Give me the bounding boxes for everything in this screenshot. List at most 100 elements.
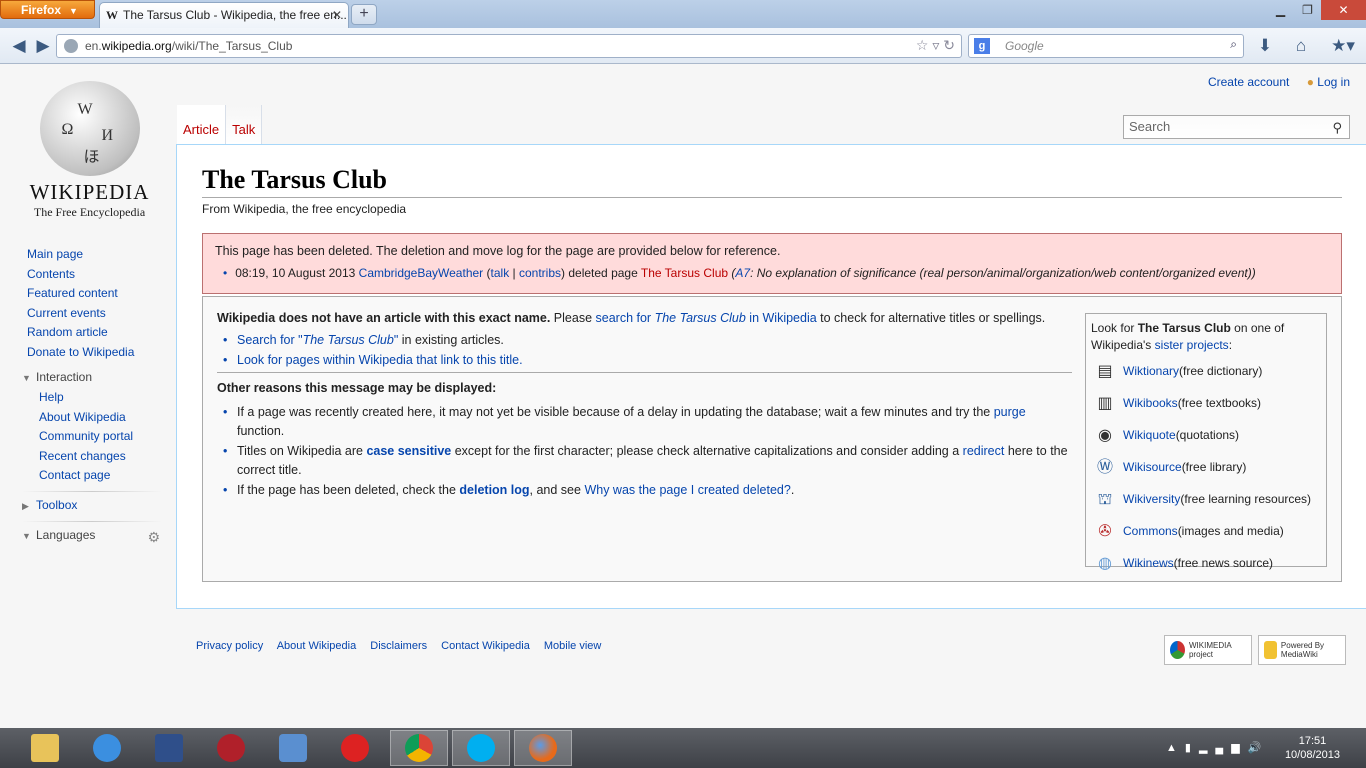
user-icon: ● <box>1306 75 1314 89</box>
wikimedia-badge-text: WIKIMEDIA project <box>1188 641 1232 659</box>
dropdown-icon[interactable]: ▿ <box>932 37 939 53</box>
url-bar[interactable]: en.wikipedia.org/wiki/The_Tarsus_Club ☆ … <box>56 34 962 58</box>
forward-arrow-icon[interactable]: ▶ <box>32 35 54 57</box>
sister-project-link[interactable]: Wikiquote <box>1123 427 1176 444</box>
wikimedia-logo-icon <box>1170 641 1185 659</box>
deletion-log-link[interactable]: deletion log <box>459 483 529 497</box>
close-tab-icon[interactable]: ✕ <box>332 8 342 22</box>
wiki-search-input[interactable]: Search ⚲ <box>1123 115 1350 139</box>
taskbar-remote-desktop[interactable] <box>140 730 198 766</box>
wikipedia-logo[interactable]: W Ω И ほ WIKIPEDIA The Free Encyclopedia <box>22 81 157 220</box>
wiki-search-placeholder: Search <box>1129 119 1171 134</box>
sidebar-item-about-wikipedia[interactable]: About Wikipedia <box>39 408 172 428</box>
list-item-text: in existing articles. <box>398 333 504 347</box>
mediawiki-badge[interactable]: Powered By MediaWiki <box>1258 635 1346 665</box>
downloads-icon[interactable]: ⬇ <box>1254 35 1276 57</box>
system-tray: ▲▮▂▄▆🔊 17:51 10/08/2013 <box>1166 728 1366 768</box>
new-tab-button[interactable]: + <box>351 4 377 25</box>
media-player-icon <box>217 734 245 762</box>
taskbar-chrome[interactable] <box>390 730 448 766</box>
firefox-menu-button[interactable]: Firefox ▼ <box>0 0 95 19</box>
sidebar-item-main-page[interactable]: Main page <box>27 245 172 265</box>
restore-icon[interactable]: ❐ <box>1294 0 1321 20</box>
chevron-up-icon[interactable]: ▲ <box>1166 742 1185 754</box>
window-close-icon[interactable]: ✕ <box>1321 0 1366 20</box>
sidebar-item-recent-changes[interactable]: Recent changes <box>39 447 172 467</box>
back-arrow-icon[interactable]: ◀ <box>8 35 30 57</box>
network-signal-icon[interactable]: ▂▄▆ <box>1199 742 1248 754</box>
sister-project-desc: (free dictionary) <box>1179 363 1263 378</box>
taskbar-messenger[interactable] <box>264 730 322 766</box>
toolbox-portal-toggle[interactable]: ▶ Toolbox <box>22 495 172 516</box>
sidebar-item-contents[interactable]: Contents <box>27 265 172 285</box>
bookmarks-menu-icon[interactable]: ★▾ <box>1326 35 1360 57</box>
sidebar-item-current-events[interactable]: Current events <box>27 304 172 324</box>
sidebar-item-community-portal[interactable]: Community portal <box>39 427 172 447</box>
interaction-portal-toggle[interactable]: ▼ Interaction <box>22 367 172 388</box>
reload-icon[interactable]: ↻ <box>943 37 955 53</box>
taskbar-file-explorer[interactable] <box>16 730 74 766</box>
sister-intro: Look for The Tarsus Club on one of Wikip… <box>1091 320 1321 354</box>
minimize-icon[interactable]: ▁ <box>1267 0 1294 20</box>
sister-project-link[interactable]: Wikisource <box>1123 459 1182 476</box>
create-account-link[interactable]: Create account <box>1208 75 1289 89</box>
tab-talk[interactable]: Talk <box>226 105 263 144</box>
taskbar-media-player[interactable] <box>202 730 260 766</box>
divider <box>217 372 1072 373</box>
footer-mobile-view[interactable]: Mobile view <box>544 640 601 652</box>
sister-projects-link[interactable]: sister projects <box>1155 338 1229 352</box>
case-sensitive-link[interactable]: case sensitive <box>366 444 451 458</box>
sister-project-link[interactable]: Wikiversity <box>1123 491 1180 508</box>
battery-icon[interactable]: ▮ <box>1185 742 1199 754</box>
sidebar-item-featured-content[interactable]: Featured content <box>27 284 172 304</box>
sidebar-item-contact-page[interactable]: Contact page <box>39 466 172 486</box>
taskbar-clock[interactable]: 17:51 10/08/2013 <box>1285 734 1340 762</box>
log-action: deleted page <box>565 266 641 280</box>
list-item: If a page was recently created here, it … <box>223 403 1073 441</box>
log-contribs-link[interactable]: contribs <box>519 266 561 280</box>
sidebar-item-random-article[interactable]: Random article <box>27 323 172 343</box>
deletion-log-entry: 08:19, 10 August 2013 CambridgeBayWeathe… <box>223 266 1329 280</box>
search-existing-articles-link[interactable]: Search for "The Tarsus Club" <box>237 333 398 347</box>
redirect-link[interactable]: redirect <box>963 444 1005 458</box>
taskbar-internet-explorer[interactable] <box>78 730 136 766</box>
log-reason-code-link[interactable]: A7 <box>735 266 750 280</box>
sidebar-item-help[interactable]: Help <box>39 388 172 408</box>
purge-link[interactable]: purge <box>994 405 1026 419</box>
link-part: Search for " <box>237 333 303 347</box>
wikibooks-icon: ▥ <box>1097 394 1113 412</box>
wikimedia-project-badge[interactable]: WIKIMEDIA project <box>1164 635 1252 665</box>
gear-icon[interactable]: ⚙ <box>147 527 160 547</box>
why-deleted-link[interactable]: Why was the page I created deleted? <box>584 483 790 497</box>
footer-disclaimers[interactable]: Disclaimers <box>370 640 427 652</box>
search-icon[interactable]: ⌕ <box>1230 37 1237 52</box>
what-links-here-link[interactable]: Look for pages within Wikipedia that lin… <box>237 353 523 367</box>
sister-project-link[interactable]: Commons <box>1123 523 1178 540</box>
firefox-icon <box>529 734 557 762</box>
list-item-text: except for the first character; please c… <box>451 444 963 458</box>
sidebar-item-donate[interactable]: Donate to Wikipedia <box>27 343 172 363</box>
taskbar-firefox[interactable] <box>514 730 572 766</box>
log-talk-link[interactable]: talk <box>491 266 510 280</box>
browser-tab[interactable]: W The Tarsus Club - Wikipedia, the free e… <box>99 2 349 28</box>
search-icon[interactable]: ⚲ <box>1332 120 1342 136</box>
volume-icon[interactable]: 🔊 <box>1248 742 1270 754</box>
bookmark-star-icon[interactable]: ☆ <box>916 37 929 53</box>
search-in-wikipedia-link[interactable]: search for The Tarsus Club in Wikipedia <box>596 311 817 325</box>
footer-about-wikipedia[interactable]: About Wikipedia <box>277 640 357 652</box>
home-icon[interactable]: ⌂ <box>1290 35 1312 57</box>
taskbar-nero[interactable] <box>326 730 384 766</box>
log-in-link[interactable]: ● Log in <box>1307 75 1350 89</box>
taskbar-skype[interactable] <box>452 730 510 766</box>
footer-contact-wikipedia[interactable]: Contact Wikipedia <box>441 640 530 652</box>
sister-project-link[interactable]: Wikibooks <box>1123 395 1178 412</box>
languages-portal-toggle[interactable]: ▼ Languages ⚙ <box>22 525 172 546</box>
sister-project-wikisource: Ⓦ Wikisource (free library) <box>1091 451 1321 483</box>
sister-project-link[interactable]: Wiktionary <box>1123 363 1179 380</box>
log-user-link[interactable]: CambridgeBayWeather <box>359 266 484 280</box>
sister-project-link[interactable]: Wikinews <box>1123 555 1174 572</box>
tab-article[interactable]: Article <box>177 105 227 144</box>
footer-privacy-policy[interactable]: Privacy policy <box>196 640 263 652</box>
browser-search-box[interactable]: g Google ⌕ <box>968 34 1244 58</box>
log-page-link[interactable]: The Tarsus Club <box>641 266 728 280</box>
